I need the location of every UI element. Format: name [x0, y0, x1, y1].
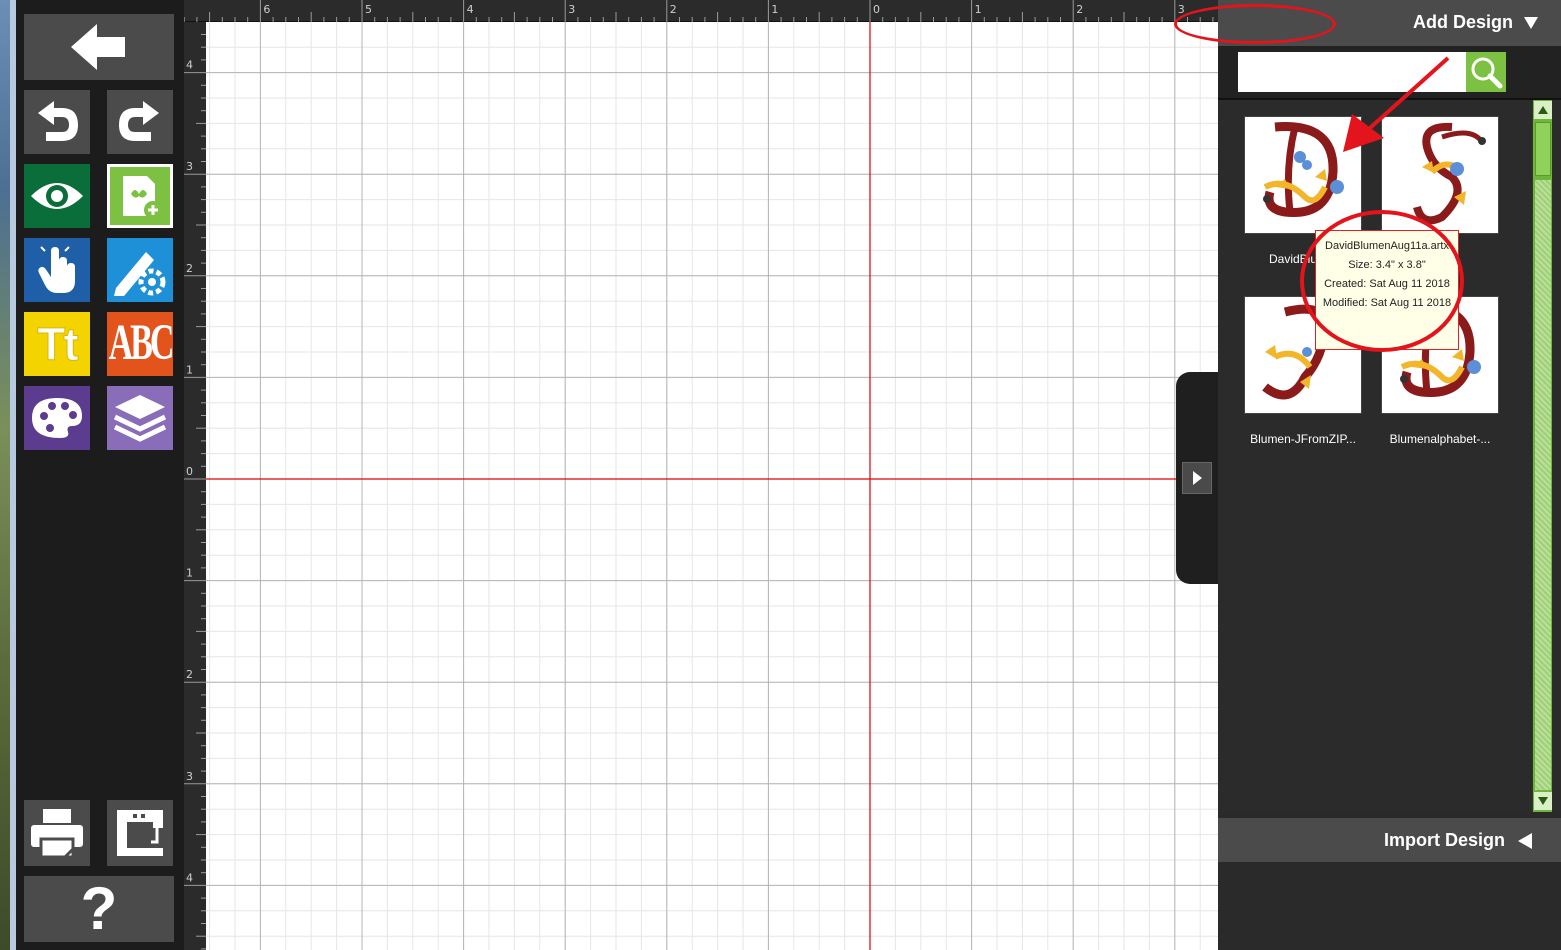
add-design-label: Add Design [1412, 12, 1513, 32]
pointer-hand-icon [38, 245, 75, 293]
scroll-down-button[interactable] [1534, 792, 1552, 810]
ruler-label: 0 [873, 3, 880, 16]
ruler-label: 2 [186, 262, 193, 275]
ruler-label: 0 [186, 465, 193, 478]
text-tt-icon: Tt [37, 318, 79, 371]
gallery-scrollbar[interactable] [1532, 100, 1552, 812]
left-toolbar: Tt ABC ? [16, 0, 184, 950]
select-button[interactable] [24, 238, 90, 302]
design-library-panel: Add Design DavidBlum... Blumen-JFromZIP.… [1218, 0, 1561, 950]
sewing-machine-icon [117, 810, 163, 856]
ruler-label: 4 [186, 871, 193, 884]
ruler-left: 4 3 2 1 0 1 2 3 4 [184, 22, 206, 950]
ruler-label: 2 [186, 668, 193, 681]
design-thumbnail[interactable] [1244, 116, 1362, 234]
arrow-left-icon [71, 24, 125, 70]
ruler-label: 3 [568, 3, 575, 16]
ruler-label: 1 [186, 567, 193, 580]
scrollbar-thumb[interactable] [1535, 122, 1551, 176]
monogram-button[interactable]: ABC [107, 312, 175, 376]
annotation-circle [1174, 4, 1336, 44]
chevron-right-icon [1193, 471, 1202, 485]
search-icon [1471, 57, 1503, 89]
desktop-background-strip [0, 0, 10, 950]
panel-collapse-handle [1176, 372, 1218, 584]
ruler-label: 4 [186, 59, 193, 72]
add-design-tool-button[interactable] [107, 164, 173, 228]
undo-button[interactable] [24, 90, 90, 154]
chevron-down-icon [1538, 797, 1548, 805]
annotation-circle [1300, 210, 1464, 352]
app-window: Tt ABC ? 6 5 4 3 2 1 0 1 2 3 4 3 2 1 0 1 2 3 4 Add Design… [0, 0, 1561, 950]
ruler-label: 3 [186, 770, 193, 783]
sew-button[interactable] [107, 800, 173, 866]
redo-button[interactable] [107, 90, 173, 154]
edit-design-button[interactable] [107, 238, 173, 302]
add-design-dropdown[interactable]: Add Design [1413, 12, 1539, 33]
pencil-gear-icon [114, 252, 166, 296]
ruler-label: 4 [467, 3, 474, 16]
design-label: Blumenalphabet-... [1389, 432, 1491, 446]
ruler-label: 3 [186, 160, 193, 173]
scroll-up-button[interactable] [1534, 101, 1552, 119]
color-palette-button[interactable] [24, 386, 90, 450]
ruler-label: 1 [975, 3, 982, 16]
ruler-label: 2 [670, 3, 677, 16]
search-button[interactable] [1466, 52, 1506, 92]
printer-icon [31, 809, 83, 859]
design-gallery: DavidBlum... ...pt-... [1218, 98, 1561, 812]
view-button[interactable] [24, 164, 90, 228]
add-design-icon [123, 176, 162, 219]
palette-icon [32, 398, 82, 438]
chevron-up-icon [1538, 106, 1548, 114]
monogram-abc-icon: ABC [108, 315, 175, 372]
ruler-label: 2 [1076, 3, 1083, 16]
help-button[interactable]: ? [24, 876, 174, 942]
chevron-down-icon [1524, 16, 1538, 29]
undo-icon [38, 101, 78, 141]
collapse-panel-button[interactable] [1182, 462, 1212, 494]
ruler-label: 1 [771, 3, 778, 16]
layers-button[interactable] [107, 386, 173, 450]
back-button[interactable] [24, 14, 174, 80]
ruler-top: 6543210123 [184, 0, 1218, 22]
ruler-label: 1 [186, 363, 193, 376]
eye-icon [31, 183, 83, 209]
design-preview-image [1263, 122, 1344, 217]
layers-icon [113, 395, 167, 442]
ruler-label: 5 [365, 3, 372, 16]
scrollbar-track[interactable] [1535, 180, 1551, 790]
ruler-label: 6 [263, 3, 270, 16]
search-row [1218, 46, 1561, 98]
text-button[interactable]: Tt [24, 312, 90, 376]
print-button[interactable] [24, 800, 90, 866]
question-icon: ? [80, 875, 118, 942]
design-label: Blumen-JFromZIP... [1250, 432, 1356, 446]
import-design-bar: Import Design [1218, 818, 1561, 862]
chevron-left-icon [1518, 832, 1532, 849]
search-input[interactable] [1238, 52, 1466, 92]
design-canvas[interactable] [206, 22, 1218, 950]
import-design-button[interactable]: Import Design [1384, 830, 1533, 851]
redo-icon [119, 101, 159, 141]
import-design-label: Import Design [1383, 830, 1505, 850]
